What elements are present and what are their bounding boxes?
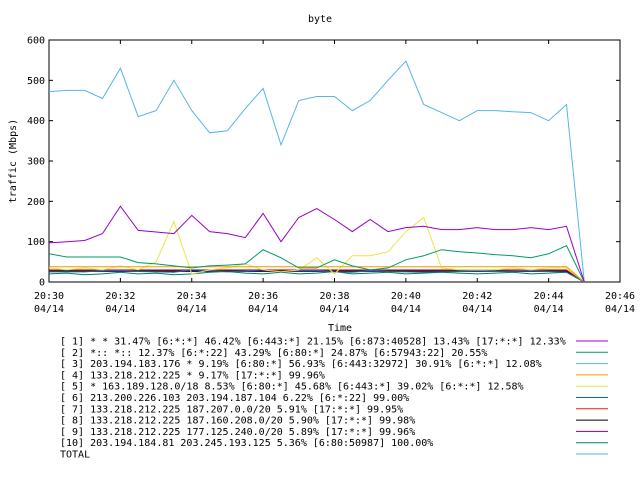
legend-label-10: [10] 203.194.184.81 203.245.193.125 5.36… (60, 438, 433, 449)
y-tick-label: 200 (27, 197, 45, 208)
y-tick-label: 300 (27, 157, 45, 168)
legend-label-9: [ 9] 133.218.212.225 177.125.240.0/20 5.… (60, 427, 415, 438)
chart-title: byte (308, 14, 332, 25)
y-tick-label: 600 (27, 36, 45, 47)
legend-label-2: [ 2] *:: *:: 12.37% [6:*:22] 43.29% [6:8… (60, 348, 487, 359)
legend-label-7: [ 7] 133.218.212.225 187.207.0.0/20 5.91… (60, 404, 403, 415)
legend-label-1: [ 1] * * 31.47% [6:*:*] 46.42% [6:443:*]… (60, 337, 566, 348)
y-tick-label: 100 (27, 237, 45, 248)
legend-label-5: [ 5] * 163.189.128.0/18 8.53% [6:80:*] 4… (60, 382, 524, 393)
x-tick-label-date: 04/14 (391, 304, 421, 315)
series-line-3 (49, 60, 585, 282)
x-tick-label-date: 04/14 (248, 304, 278, 315)
x-tick-label-time: 20:34 (177, 291, 207, 302)
x-tick-label-time: 20:38 (319, 291, 349, 302)
legend-label-11: TOTAL (60, 450, 90, 461)
x-tick-label-date: 04/14 (605, 304, 635, 315)
x-tick-label-date: 04/14 (462, 304, 492, 315)
x-tick-label-date: 04/14 (534, 304, 564, 315)
series-line-10 (49, 270, 585, 282)
x-tick-label-date: 04/14 (105, 304, 135, 315)
legend-label-6: [ 6] 213.200.226.103 203.194.187.104 6.2… (60, 393, 409, 404)
legend-label-8: [ 8] 133.218.212.225 187.160.208.0/20 5.… (60, 416, 415, 427)
y-tick-label: 400 (27, 116, 45, 127)
x-axis-label: Time (328, 323, 352, 334)
x-tick-label-time: 20:44 (534, 291, 564, 302)
traffic-chart: byte 0 100 200 300 400 500 600 20:30 04/14 20:32 04… (8, 14, 635, 461)
x-tick-label-time: 20:46 (605, 291, 635, 302)
plot-frame (48, 39, 621, 283)
y-tick-label: 0 (39, 278, 45, 289)
x-tick-label-time: 20:36 (248, 291, 278, 302)
x-tick-label-time: 20:32 (105, 291, 135, 302)
series-line-2 (49, 245, 585, 282)
x-tick-label-date: 04/14 (177, 304, 207, 315)
y-tick-label: 500 (27, 76, 45, 87)
x-tick-label-time: 20:30 (34, 291, 64, 302)
x-tick-label-date: 04/14 (34, 304, 64, 315)
y-axis-label: traffic (Mbps) (8, 119, 19, 203)
legend-label-4: [ 4] 133.218.212.225 * 9.17% [17:*:*] 99… (60, 370, 325, 381)
x-tick-label-date: 04/14 (319, 304, 349, 315)
legend-label-3: [ 3] 203.194.183.176 * 9.19% [6:80:*] 56… (60, 359, 542, 370)
x-tick-label-time: 20:40 (391, 291, 421, 302)
x-tick-label-time: 20:42 (462, 291, 492, 302)
